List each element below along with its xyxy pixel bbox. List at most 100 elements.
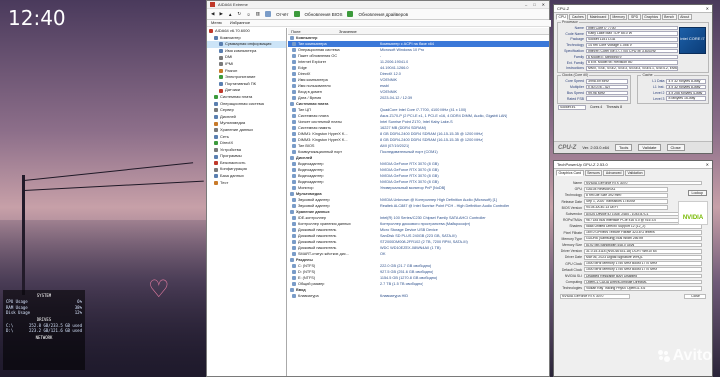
desktop-clock: 12:40 — [8, 6, 66, 30]
row-value: OK — [380, 252, 386, 256]
cache-field-label: Level 2 — [653, 90, 665, 95]
details-column-headers: Поле Значение — [288, 28, 549, 35]
tree-item[interactable]: Компьютер — [207, 35, 286, 42]
tree-item[interactable]: Электропитание — [207, 74, 286, 81]
gpu-z-close-button[interactable]: Close — [684, 294, 706, 299]
tree-item[interactable]: Безопасность — [207, 160, 286, 167]
detail-row[interactable]: Клавиатура Клавиатура HID — [288, 293, 549, 299]
processor-field-value: 6 Ext. Model 9E Revision B0 — [586, 60, 678, 65]
cpu-z-tab[interactable]: About — [677, 14, 692, 20]
tree-item[interactable]: IPMI — [207, 61, 286, 68]
cpu-z-tab[interactable]: Bench — [661, 14, 677, 20]
tree-item[interactable]: База данных — [207, 173, 286, 180]
row-value: Последовательный порт (COM1) — [380, 150, 438, 154]
system-monitor-widget: SYSTEM CPU Usage 6% RAM Usage 38% Disk Usage… — [3, 290, 85, 370]
tree-item-icon — [214, 180, 218, 185]
user-icon[interactable]: ☺ — [246, 12, 251, 17]
tree-item[interactable]: Имя компьютера — [207, 48, 286, 55]
chart-icon[interactable]: ▥ — [256, 11, 260, 17]
close-icon[interactable]: ✕ — [706, 162, 712, 167]
close-icon[interactable]: ✕ — [542, 2, 545, 7]
tree-item[interactable]: DirectX — [207, 140, 286, 147]
close-icon[interactable]: ✕ — [706, 6, 712, 11]
sysmon-title: SYSTEM — [36, 293, 52, 298]
tree-item-label: DMI — [225, 54, 233, 60]
bios-update-button[interactable]: Обновления BIOS — [305, 12, 343, 17]
minimize-icon[interactable]: – — [525, 2, 527, 7]
cache-field-value: 8 MBytes 16-way — [666, 96, 706, 101]
gpu-z-tab[interactable]: Validation — [625, 170, 646, 176]
cpu-z-tab[interactable]: Memory — [609, 14, 628, 20]
gpu-field-label: GPU Clock — [565, 261, 582, 266]
sysmon-drive-row: D:\ 223.2 GB/121.6 GB used — [6, 328, 82, 334]
gpu-z-tab[interactable]: Graphics Card — [556, 170, 584, 176]
column-field[interactable]: Поле — [288, 28, 336, 34]
report-button[interactable]: Отчёт — [276, 12, 288, 17]
tree-item[interactable]: Программы — [207, 153, 286, 160]
row-icon — [292, 252, 296, 256]
menu-tab[interactable]: Меню — [211, 20, 222, 26]
tree-item[interactable]: Мультимедиа — [207, 120, 286, 127]
validate-button[interactable]: Validate — [638, 144, 661, 151]
cpu-z-tab[interactable]: SPD — [628, 14, 641, 20]
row-value: Microsoft Windows 10 Pro — [380, 48, 425, 52]
tree-item[interactable]: Разгон — [207, 68, 286, 75]
tree-item-label: База данных — [220, 173, 244, 179]
tree-item-label: Тест — [220, 179, 229, 185]
row-icon — [292, 186, 296, 190]
threads-count: Threads 8 — [606, 105, 623, 110]
forward-icon[interactable]: ▶ — [219, 11, 222, 17]
up-icon[interactable]: ▲ — [228, 12, 232, 17]
gpu-z-tab[interactable]: Advanced — [603, 170, 624, 176]
tree-item[interactable]: Датчики — [207, 87, 286, 94]
socket-select[interactable]: Socket #1 — [558, 105, 586, 110]
maximize-icon[interactable]: □ — [533, 2, 535, 7]
gpu-field-label: ROPs/TMUs — [562, 218, 582, 223]
tree-item-icon — [214, 115, 218, 120]
aida64-details: Поле Значение Компьютер Тип компьютера Ком… — [288, 28, 549, 376]
row-icon — [292, 132, 296, 136]
gpu-field-label: BIOS Version — [561, 205, 582, 210]
tree-item[interactable]: Операционная система — [207, 101, 286, 108]
favorites-tab[interactable]: Избранное — [230, 20, 250, 26]
tree-item[interactable]: Тест — [207, 180, 286, 187]
tree-item[interactable]: Хранение данных — [207, 127, 286, 134]
close-button[interactable]: Close — [666, 144, 685, 151]
gpu-field-value: Vulkan Ray Tracing PhysX OpenGL 4.6 — [584, 285, 702, 291]
gpu-field-label: Name — [572, 181, 582, 186]
gpu-z-tab[interactable]: Sensors — [584, 170, 603, 176]
refresh-icon[interactable]: ↻ — [237, 11, 241, 17]
tree-item[interactable]: Системная плата — [207, 94, 286, 101]
gpu-field-value: Disabled Resizable BAR Disabled — [584, 273, 702, 279]
row-icon — [292, 228, 296, 232]
gpu-field-value: 31.0.15.3118 (NVIDIA 531.18) DCH / Win10… — [584, 248, 702, 254]
row-icon — [292, 162, 296, 166]
tools-button[interactable]: Tools — [615, 144, 633, 151]
cpu-z-tab[interactable]: Mainboard — [587, 14, 609, 20]
tree-item[interactable]: Сервер — [207, 107, 286, 114]
gpu-select[interactable]: NVIDIA GeForce RTX 3070 — [560, 294, 630, 299]
aida64-titlebar: AIDA64 Extreme – □ ✕ — [207, 1, 549, 9]
row-icon — [292, 216, 296, 220]
tree-item[interactable]: Портативный ПК — [207, 81, 286, 88]
column-value[interactable]: Значение — [336, 28, 357, 34]
tree-item[interactable]: Суммарная информация — [207, 41, 286, 48]
tree-item-icon — [214, 161, 218, 166]
tree-item[interactable]: Конфигурация — [207, 166, 286, 173]
tree-item[interactable]: AIDA64 v6.70.6000 — [207, 28, 286, 35]
tree-item[interactable]: DMI — [207, 54, 286, 61]
tree-item-label: Компьютер — [220, 34, 241, 40]
tree-item[interactable]: Дисплей — [207, 114, 286, 121]
back-icon[interactable]: ◀ — [211, 11, 214, 17]
tree-item[interactable]: Сеть — [207, 134, 286, 141]
driver-update-button[interactable]: Обновления драйверов — [358, 12, 408, 17]
tree-item-icon — [214, 35, 218, 40]
lookup-button[interactable]: Lookup — [687, 190, 707, 196]
row-icon — [292, 180, 296, 184]
tree-item-label: Устройства — [220, 146, 241, 152]
tree-item-icon — [219, 62, 223, 67]
aida64-menu-tabs: Меню Избранное — [207, 20, 551, 27]
gpu-field-label: Subvendor — [565, 212, 582, 217]
tree-item[interactable]: Устройства — [207, 147, 286, 154]
cpu-z-tab[interactable]: Graphics — [641, 14, 661, 20]
